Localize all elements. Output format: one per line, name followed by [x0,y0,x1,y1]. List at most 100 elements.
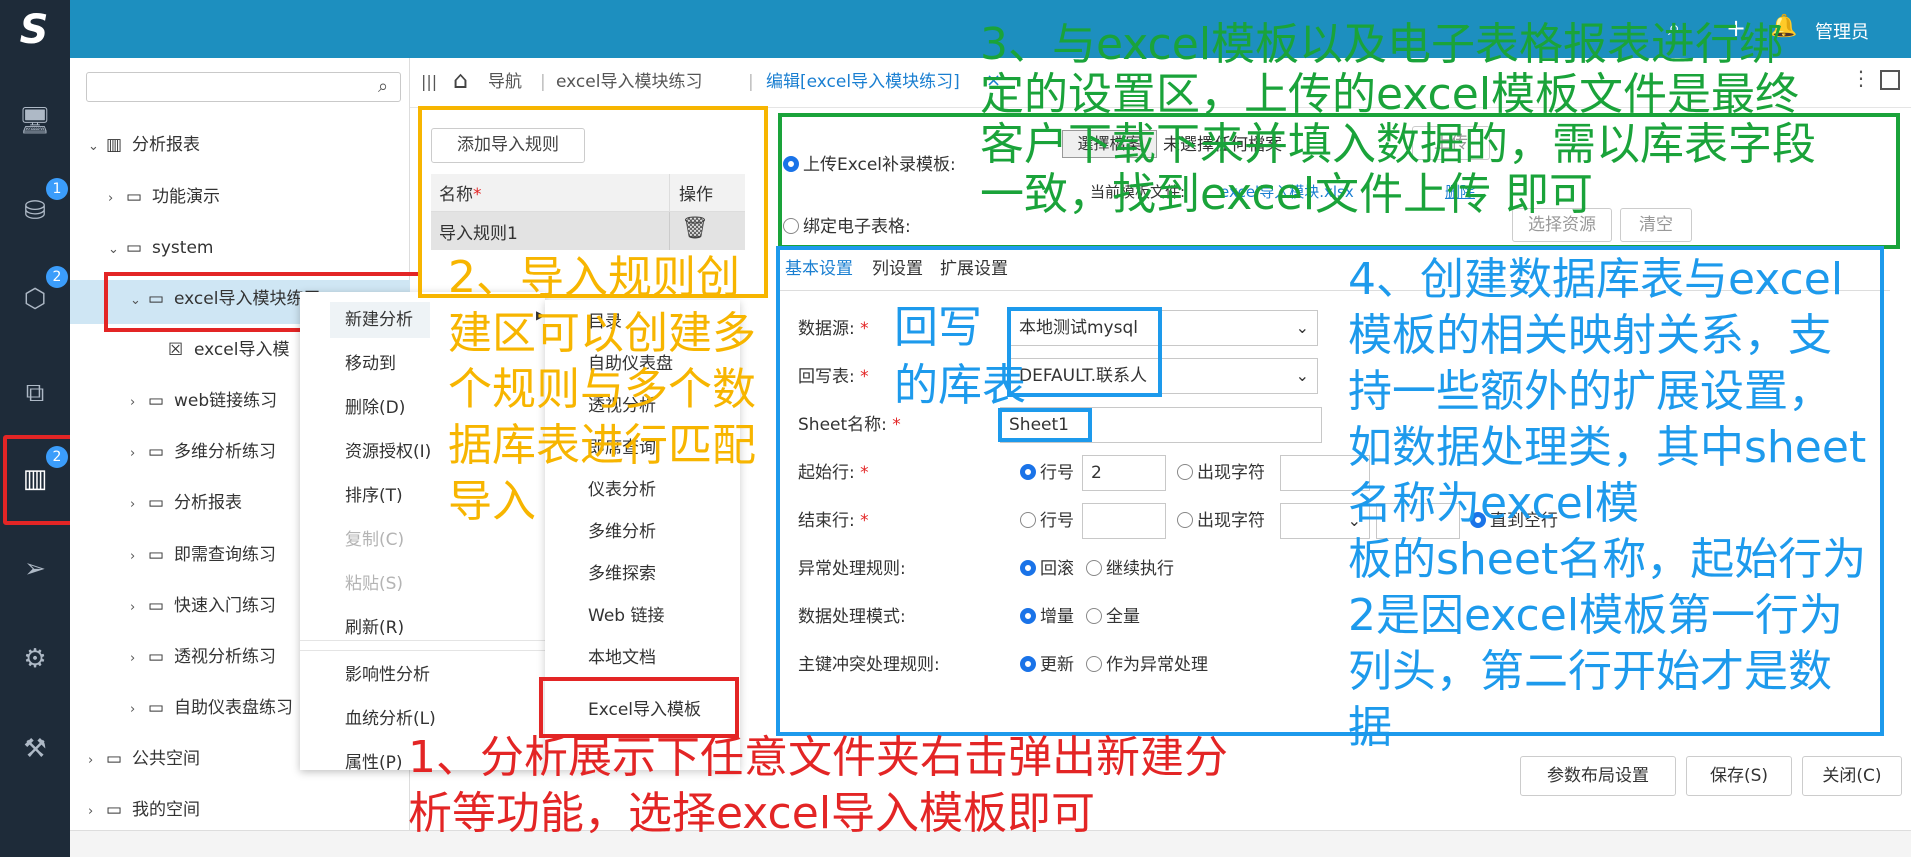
context-menu-item[interactable]: 影响性分析 [345,657,430,693]
context-menu-item: 粘贴(S) [345,574,404,594]
tree-item[interactable]: › ▭ web链接练习 [130,384,277,418]
tree-item-label: 功能演示 [152,187,220,207]
annotation-line: 持一些额外的扩展设置， [1348,366,1832,417]
annotation-line: 据 [1348,702,1392,753]
tree-item[interactable]: › ▭ 透视分析练习 [130,640,276,674]
context-menu-item[interactable]: 排序(T) [345,478,403,514]
tree-item-label: 我的空间 [132,800,200,820]
notification-badge: 2 [46,266,68,288]
submenu-item[interactable]: 多维探索 [588,556,656,592]
tree-item-label: 分析报表 [174,493,242,513]
context-menu-item[interactable]: 新建分析 [345,302,413,338]
breadcrumb-separator: | [748,72,754,92]
context-menu-item[interactable]: 属性(P) [345,745,403,781]
search-icon[interactable]: ⌕ [372,76,394,98]
param-layout-button[interactable]: 参数布局设置 [1520,756,1676,796]
annotation-line: 名称为excel模 [1348,478,1640,529]
tree-item[interactable]: ⌄ ▥ 分析报表 [88,128,200,162]
chevron-right-icon[interactable]: › [130,437,148,471]
context-menu-divider [300,640,545,641]
tree-item-label: web链接练习 [174,391,278,411]
chevron-right-icon[interactable]: › [130,540,148,574]
annotation-4-text: 4、创建数据库表与excel 模板的相关映射关系，支 持一些额外的扩展设置， 如数据处… [1348,252,1866,756]
folder-icon: ▭ [148,442,165,462]
tree-item-label: 分析报表 [132,135,200,155]
annotation-1-line2: 析等功能，选择excel导入模板即可 [408,788,1096,839]
tree-item[interactable]: › ▭ 我的空间 [88,793,200,827]
folder-icon: ▭ [106,749,123,769]
logo: S [19,7,49,53]
tree-item[interactable]: › ▭ 公共空间 [88,742,200,776]
layers-icon[interactable]: ⧉ [14,372,56,414]
context-menu-item[interactable]: 资源授权(I) [345,434,431,470]
annotation-2-text: 2、导入规则创 建区可以创建多 个规则与多个数 据库表进行匹配 导入 [448,250,756,530]
annotation-line: 个规则与多个数 [448,364,756,415]
annotation-line: 如数据处理类，其中sheet [1348,422,1867,473]
monitor-icon[interactable]: 🖥 [14,100,56,142]
chevron-down-icon[interactable]: ⌄ [88,130,106,164]
annotation-line: 板的sheet名称，起始行为 [1348,534,1867,585]
folder-icon: ▭ [126,187,143,207]
annotation-line: 定的设置区，上传的excel模板文件是最终 [980,69,1800,120]
annotation-line: 一致，找到excel文件上传 即可 [980,169,1594,220]
folder-icon: ▭ [126,238,143,258]
chevron-right-icon[interactable]: › [108,182,126,216]
annotation-red-box-excel-template [539,677,739,738]
annotation-line: 2是因excel模板第一行为 [1348,590,1844,641]
tab-edit[interactable]: 编辑[excel导入模块练习] [766,70,960,94]
annotation-line: 导入 [448,476,536,527]
annotation-line: 列头，第二行开始才是数 [1348,646,1832,697]
maximize-icon[interactable] [1880,70,1900,90]
tree-item[interactable]: › ▭ 快速入门练习 [130,589,276,623]
tree-search-input[interactable] [86,72,401,102]
annotation-line: 3、与excel模板以及电子表格报表进行绑 [980,19,1784,70]
submenu-item[interactable]: Web 链接 [588,598,664,634]
tree-item-label: 公共空间 [132,749,200,769]
annotation-1-line1: 1、分析展示下任意文件夹右击弹出新建分 [408,732,1228,783]
folder-icon: ▭ [106,800,123,820]
context-menu-item[interactable]: 移动到 [345,346,396,382]
folder-icon: ▭ [148,493,165,513]
tree-item[interactable]: › ▭ 功能演示 [108,180,220,214]
submenu-item[interactable]: 本地文档 [588,640,656,676]
annotation-line: 模板的相关映射关系，支 [1348,310,1832,361]
chevron-right-icon[interactable]: › [88,795,106,829]
folder-icon: ▭ [148,596,165,616]
chevron-right-icon[interactable]: › [130,488,148,522]
folder-icon: ▭ [148,391,165,411]
chevron-right-icon[interactable]: › [130,642,148,676]
tree-item-label: 快速入门练习 [174,596,276,616]
folder-icon: ▭ [148,545,165,565]
user-gear-icon[interactable]: ⚙ [14,638,56,680]
home-icon[interactable]: ⌂ [453,66,468,94]
tree-item[interactable]: ⌄ ▭ system [108,231,213,265]
context-menu-item[interactable]: 删除(D) [345,390,405,426]
excel-file-icon: ☒ [168,340,184,360]
tree-item[interactable]: › ▭ 即需查询练习 [130,538,276,572]
annotation-red-box-nav [3,435,78,525]
context-menu-divider [300,650,545,651]
save-button[interactable]: 保存(S) [1686,756,1792,796]
tree-item[interactable]: ☒ excel导入模 [150,333,289,367]
tree-item[interactable]: › ▭ 分析报表 [130,486,242,520]
chevron-right-icon[interactable]: › [130,693,148,727]
context-menu-item: 复制(C) [345,530,405,550]
tree-item[interactable]: › ▭ 自助仪表盘练习 [130,691,293,725]
tools-icon[interactable]: ⚒ [14,728,56,770]
chevron-down-icon[interactable]: ⌄ [108,233,126,267]
send-icon[interactable]: ➢ [14,548,56,590]
chevron-right-icon[interactable]: › [130,386,148,420]
chevron-right-icon[interactable]: › [88,744,106,778]
breadcrumb-nav[interactable]: 导航 [488,70,522,94]
chevron-right-icon[interactable]: › [130,591,148,625]
close-button[interactable]: 关闭(C) [1802,756,1902,796]
user-name[interactable]: 管理员 [1815,18,1869,44]
annotation-3-text: 3、与excel模板以及电子表格报表进行绑 定的设置区，上传的excel模板文件是… [980,20,1816,220]
breadcrumb-file[interactable]: excel导入模块练习 [556,70,702,94]
tree-item[interactable]: › ▭ 多维分析练习 [130,435,276,469]
annotation-line: 据库表进行匹配 [448,420,756,471]
annotation-blue-box-datasource [1007,307,1162,397]
breadcrumb-separator: | [540,72,546,92]
more-icon[interactable]: ⋮ [1851,66,1871,90]
menu-toggle-icon[interactable]: ||| [421,72,437,91]
